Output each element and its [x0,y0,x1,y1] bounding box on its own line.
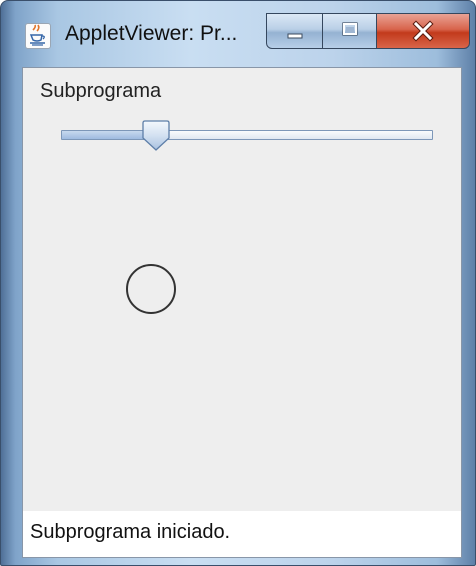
applet-area: Subprograma Subprograma iniciado. [22,67,462,558]
caption-buttons [266,13,470,51]
close-icon [412,20,434,42]
slider-thumb[interactable] [141,120,171,152]
java-icon[interactable] [25,23,51,49]
status-text: Subprograma iniciado. [30,521,231,543]
maximize-icon [342,22,358,36]
slider[interactable] [61,118,433,158]
title-bar[interactable]: AppletViewer: Pr... [1,1,475,67]
applet-viewer-window: AppletViewer: Pr... Subprograma Subprogr… [0,0,476,566]
close-button[interactable] [376,13,470,49]
maximize-button[interactable] [322,13,377,49]
circle-shape [126,264,176,314]
window-title: AppletViewer: Pr... [65,22,238,45]
minimize-icon [287,33,303,39]
status-bar: Subprograma iniciado. [23,511,461,557]
applet-label: Subprograma [40,80,162,102]
minimize-button[interactable] [266,13,323,49]
